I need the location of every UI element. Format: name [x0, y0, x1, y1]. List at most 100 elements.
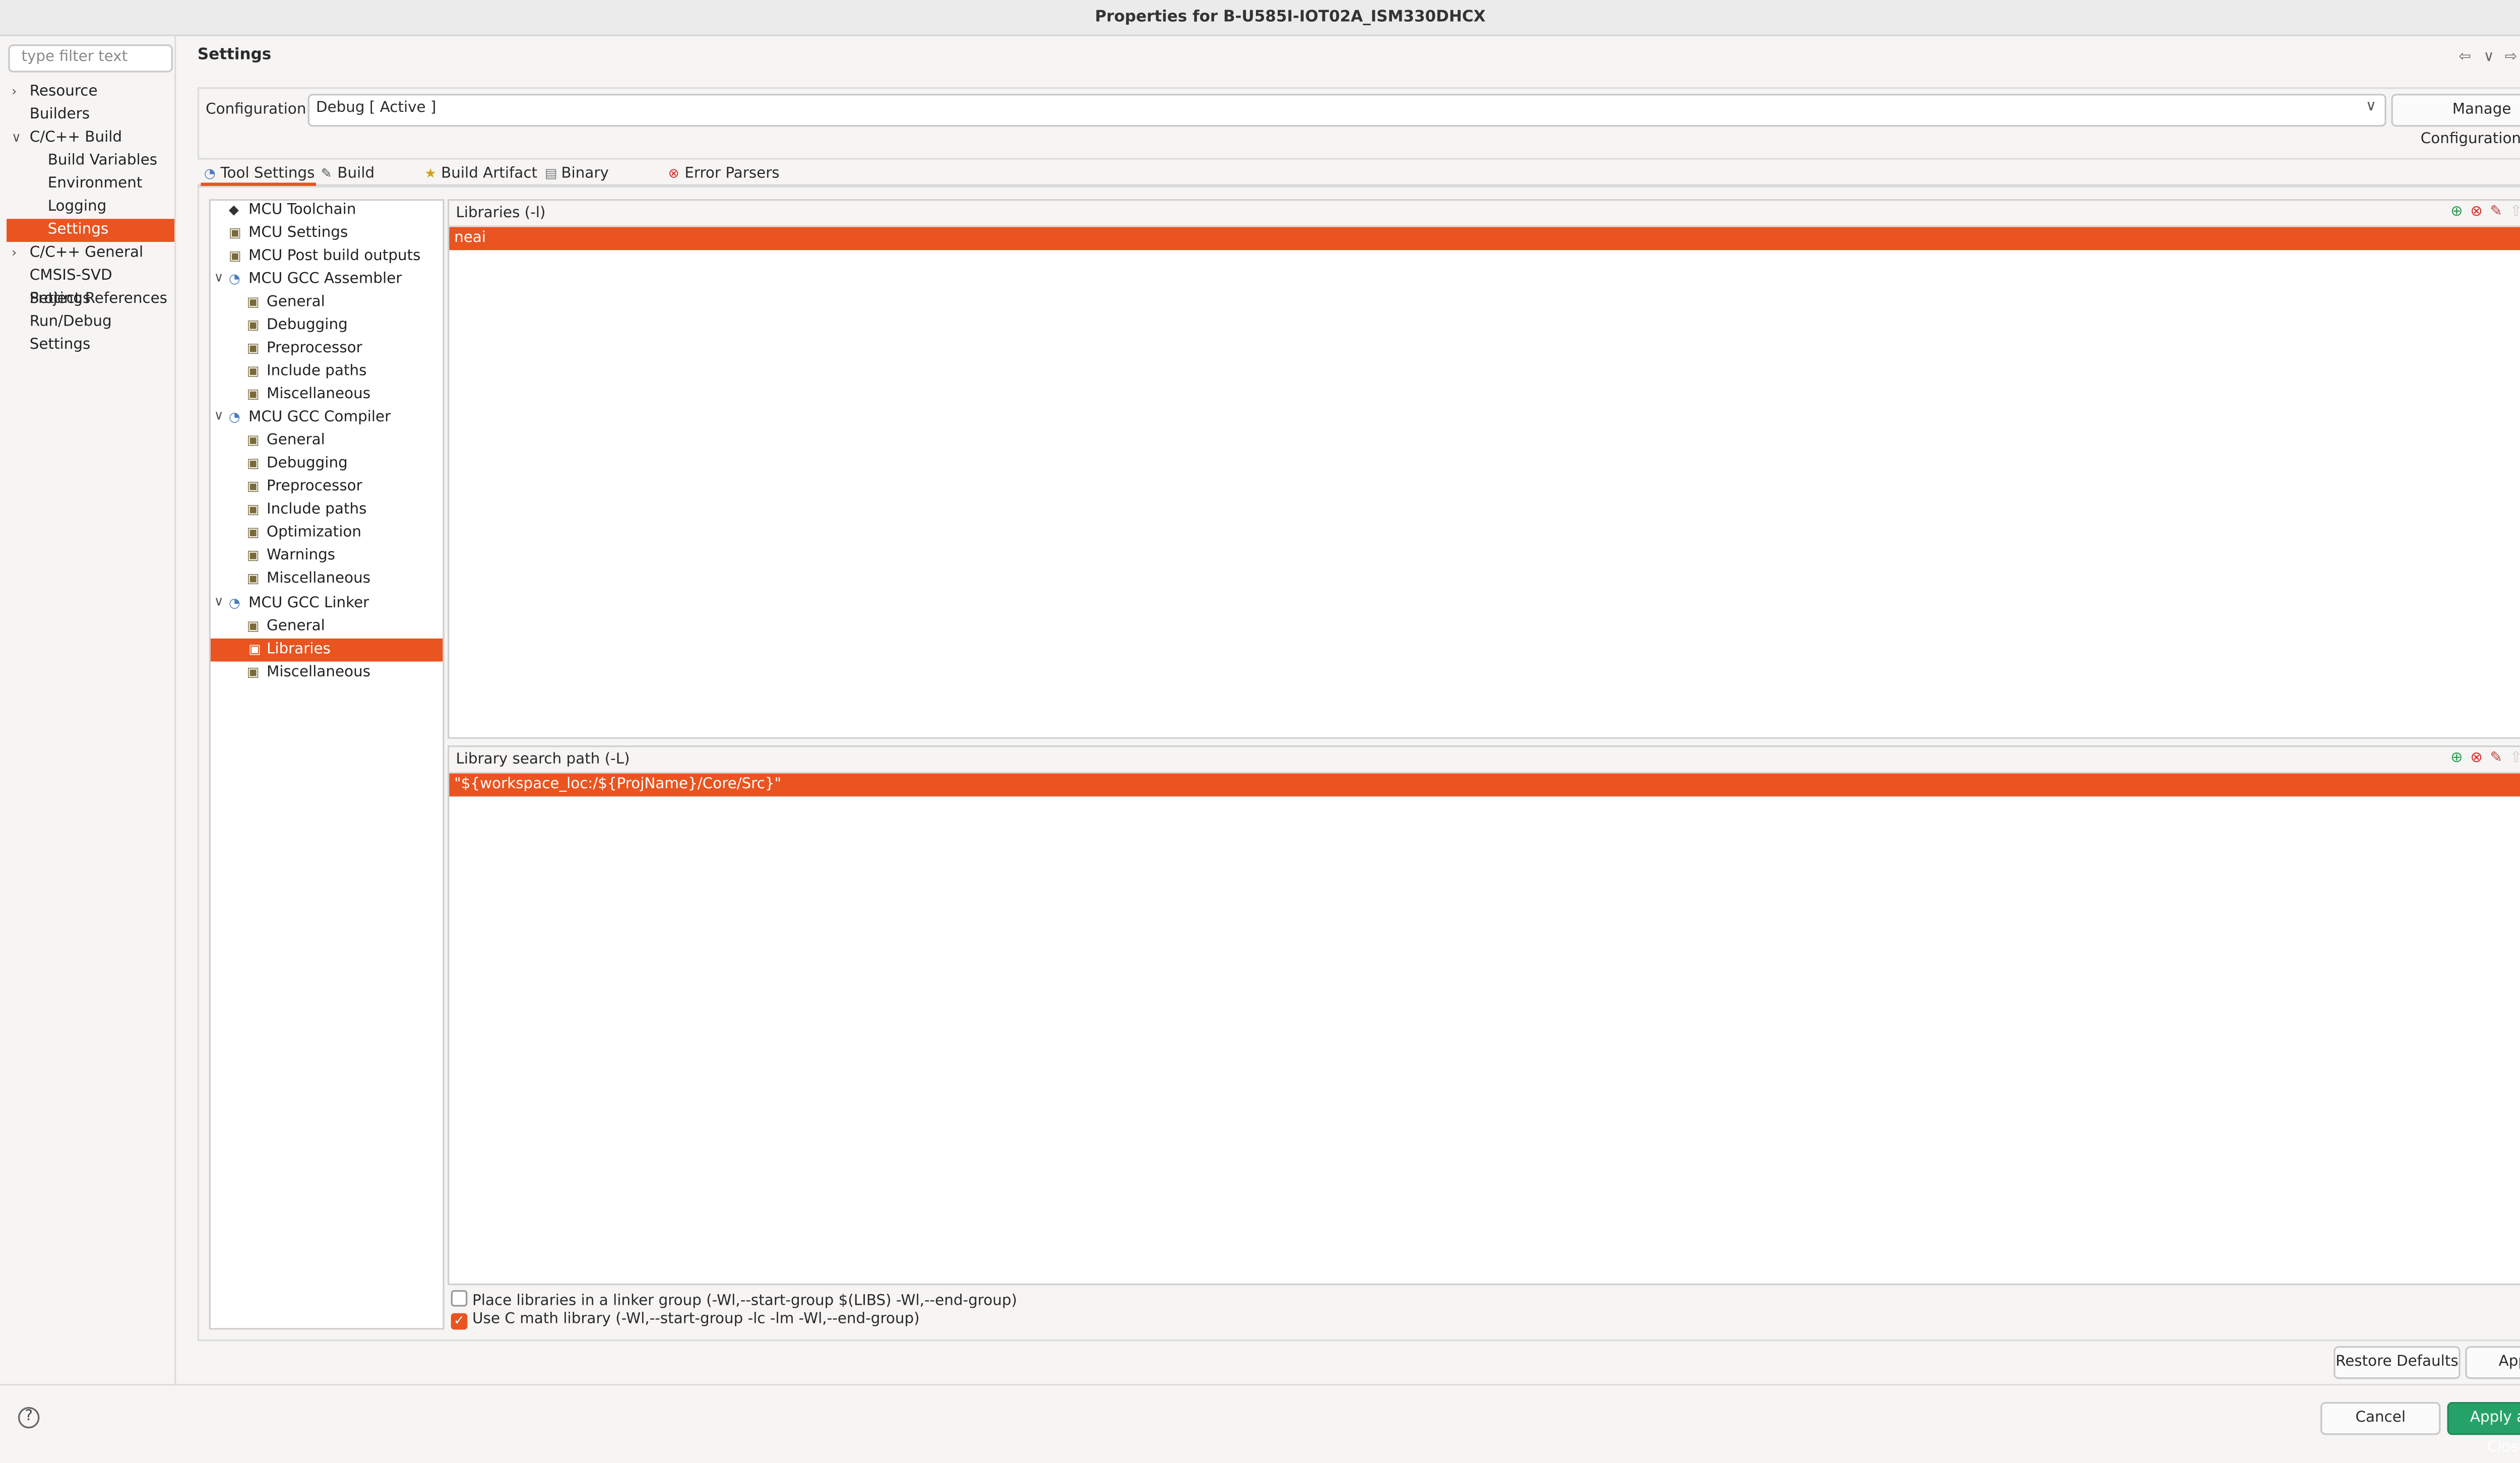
libraries-header: Libraries (-l) [456, 206, 546, 222]
search-path-header: Library search path (-L) [456, 752, 630, 769]
linker-group-checkbox[interactable] [451, 1290, 468, 1307]
option-category-icon: ▣ [246, 665, 260, 680]
tree-item-compiler-debugging[interactable]: ▣ Debugging [247, 453, 348, 476]
nav-item-run-debug[interactable]: Run/Debug Settings [7, 311, 174, 354]
tab-binary-parsers[interactable]: ▤Binary Parsers [541, 163, 663, 206]
tool-icon: ◔ [228, 596, 240, 611]
option-category-icon: ▣ [246, 363, 260, 379]
tree-item-compiler-miscellaneous[interactable]: ▣ Miscellaneous [247, 568, 370, 591]
option-category-icon: ▣ [246, 618, 260, 634]
tab-build-steps[interactable]: ✎Build Steps [318, 163, 419, 206]
configuration-label: Configuration: [206, 102, 311, 119]
library-search-path-list: Library search path (-L) ⊕⊗✎⇧⇩ "${worksp… [448, 745, 2520, 1286]
tree-item-compiler-warnings[interactable]: ▣ Warnings [247, 545, 335, 568]
list-item[interactable]: neai [449, 227, 2520, 250]
chevron-right-icon[interactable]: › [12, 81, 17, 104]
tree-item-compiler-preprocessor[interactable]: ▣ Preprocessor [247, 476, 362, 499]
edit-icon[interactable]: ✎ [2490, 750, 2509, 767]
forward-icon[interactable]: ⇨ [2505, 49, 2517, 66]
chevron-down-icon: ∨ [2365, 98, 2377, 115]
configuration-select[interactable]: Debug [ Active ] ∨ [307, 94, 2386, 127]
nav-item-resource[interactable]: › Resource [7, 81, 174, 104]
build-steps-icon: ✎ [321, 166, 332, 181]
option-category-icon: ▣ [248, 642, 261, 657]
tab-error-parsers[interactable]: ⊗ Error Parsers [665, 163, 780, 186]
restore-defaults-button[interactable]: Restore Defaults [2334, 1346, 2461, 1379]
toolchain-icon: ◆ [228, 202, 239, 218]
add-icon[interactable]: ⊕ [2450, 204, 2470, 221]
option-category-icon: ▣ [228, 248, 241, 264]
move-up-icon[interactable]: ⇧ [2510, 750, 2520, 767]
chevron-down-icon[interactable]: ∨ [214, 408, 223, 423]
nav-item-cpp-build[interactable]: ∨ C/C++ Build [7, 126, 174, 150]
nav-item-project-references[interactable]: Project References [7, 288, 174, 311]
tree-item-assembler-miscellaneous[interactable]: ▣ Miscellaneous [247, 384, 370, 407]
tree-item-compiler-include-paths[interactable]: ▣ Include paths [247, 498, 367, 522]
tree-item-gcc-compiler[interactable]: ◔ MCU GCC Compiler [229, 407, 391, 430]
tree-item-mcu-settings[interactable]: ▣ MCU Settings [229, 222, 348, 245]
nav-item-build-variables[interactable]: Build Variables [7, 150, 174, 173]
option-category-icon: ▣ [246, 387, 260, 402]
tree-item-mcu-post-build[interactable]: ▣ MCU Post build outputs [229, 245, 421, 269]
page-title: Settings [197, 46, 272, 65]
linker-group-option[interactable]: Place libraries in a linker group (-Wl,-… [451, 1290, 1017, 1310]
help-icon[interactable]: ? [18, 1407, 40, 1429]
manage-configurations-button[interactable]: Manage Configurations... [2391, 94, 2520, 148]
tool-icon: ◔ [228, 410, 240, 425]
option-category-icon: ▣ [246, 294, 260, 309]
option-category-icon: ▣ [246, 479, 260, 494]
chevron-down-icon[interactable]: ∨ [214, 594, 223, 609]
tree-item-gcc-assembler[interactable]: ◔ MCU GCC Assembler [229, 268, 402, 291]
nav-item-cpp-general[interactable]: › C/C++ General [7, 242, 174, 265]
tree-item-linker-miscellaneous[interactable]: ▣ Miscellaneous [247, 662, 370, 685]
filter-input[interactable]: type filter text [8, 44, 173, 73]
tree-item-mcu-toolchain[interactable]: ◆ MCU Toolchain [229, 199, 356, 222]
chevron-right-icon[interactable]: › [12, 242, 17, 265]
tree-item-assembler-general[interactable]: ▣ General [247, 291, 325, 314]
option-category-icon: ▣ [246, 525, 260, 540]
cancel-button[interactable]: Cancel [2320, 1402, 2441, 1435]
c-math-option[interactable]: ✓ Use C math library (-Wl,--start-group -… [451, 1311, 920, 1330]
tree-item-gcc-linker[interactable]: ◔ MCU GCC Linker [229, 593, 369, 616]
option-category-icon: ▣ [228, 225, 241, 240]
delete-icon[interactable]: ⊗ [2470, 750, 2490, 767]
build-artifact-icon: ★ [424, 166, 436, 181]
back-menu-chevron-icon[interactable]: ∨ [2483, 49, 2494, 66]
edit-icon[interactable]: ✎ [2490, 204, 2509, 221]
libraries-list: Libraries (-l) ⊕⊗✎⇧⇩ neai [448, 199, 2520, 739]
chevron-down-icon[interactable]: ∨ [12, 126, 21, 150]
delete-icon[interactable]: ⊗ [2470, 204, 2490, 221]
tree-item-compiler-optimization[interactable]: ▣ Optimization [247, 522, 361, 545]
tree-item-assembler-debugging[interactable]: ▣ Debugging [247, 314, 348, 338]
nav-item-builders[interactable]: Builders [7, 104, 174, 127]
footer-divider [0, 1384, 2520, 1386]
option-category-icon: ▣ [246, 432, 260, 448]
error-parsers-icon: ⊗ [668, 166, 679, 181]
title-bar: Properties for B-U585I-IOT02A_ISM330DHCX… [0, 0, 2520, 36]
option-category-icon: ▣ [246, 548, 260, 563]
nav-item-cmsis-svd[interactable]: CMSIS-SVD Settings [7, 265, 174, 307]
option-category-icon: ▣ [246, 571, 260, 586]
c-math-checkbox[interactable]: ✓ [451, 1313, 468, 1330]
tree-item-assembler-include-paths[interactable]: ▣ Include paths [247, 360, 367, 384]
tab-tool-settings[interactable]: ◔ Tool Settings [201, 163, 316, 186]
nav-item-environment[interactable]: Environment [7, 173, 174, 196]
tree-item-linker-libraries[interactable]: ▣ Libraries [210, 638, 443, 662]
nav-item-logging[interactable]: Logging [7, 196, 174, 219]
tree-item-assembler-preprocessor[interactable]: ▣ Preprocessor [247, 337, 362, 360]
nav-item-settings[interactable]: Settings [7, 219, 175, 242]
option-category-icon: ▣ [246, 501, 260, 517]
option-category-icon: ▣ [246, 340, 260, 356]
option-category-icon: ▣ [246, 456, 260, 471]
apply-button[interactable]: Apply [2465, 1346, 2520, 1379]
add-icon[interactable]: ⊕ [2450, 750, 2470, 767]
list-item[interactable]: "${workspace_loc:/${ProjName}/Core/Src}" [449, 773, 2520, 797]
tab-build-artifact[interactable]: ★ Build Artifact [421, 163, 540, 186]
tool-icon: ◔ [228, 271, 240, 287]
move-up-icon[interactable]: ⇧ [2510, 204, 2520, 221]
apply-and-close-button[interactable]: Apply and Close [2447, 1402, 2520, 1456]
tree-item-compiler-general[interactable]: ▣ General [247, 429, 325, 453]
back-icon[interactable]: ⇦ [2459, 49, 2471, 66]
chevron-down-icon[interactable]: ∨ [214, 270, 223, 285]
tree-item-linker-general[interactable]: ▣ General [247, 615, 325, 639]
